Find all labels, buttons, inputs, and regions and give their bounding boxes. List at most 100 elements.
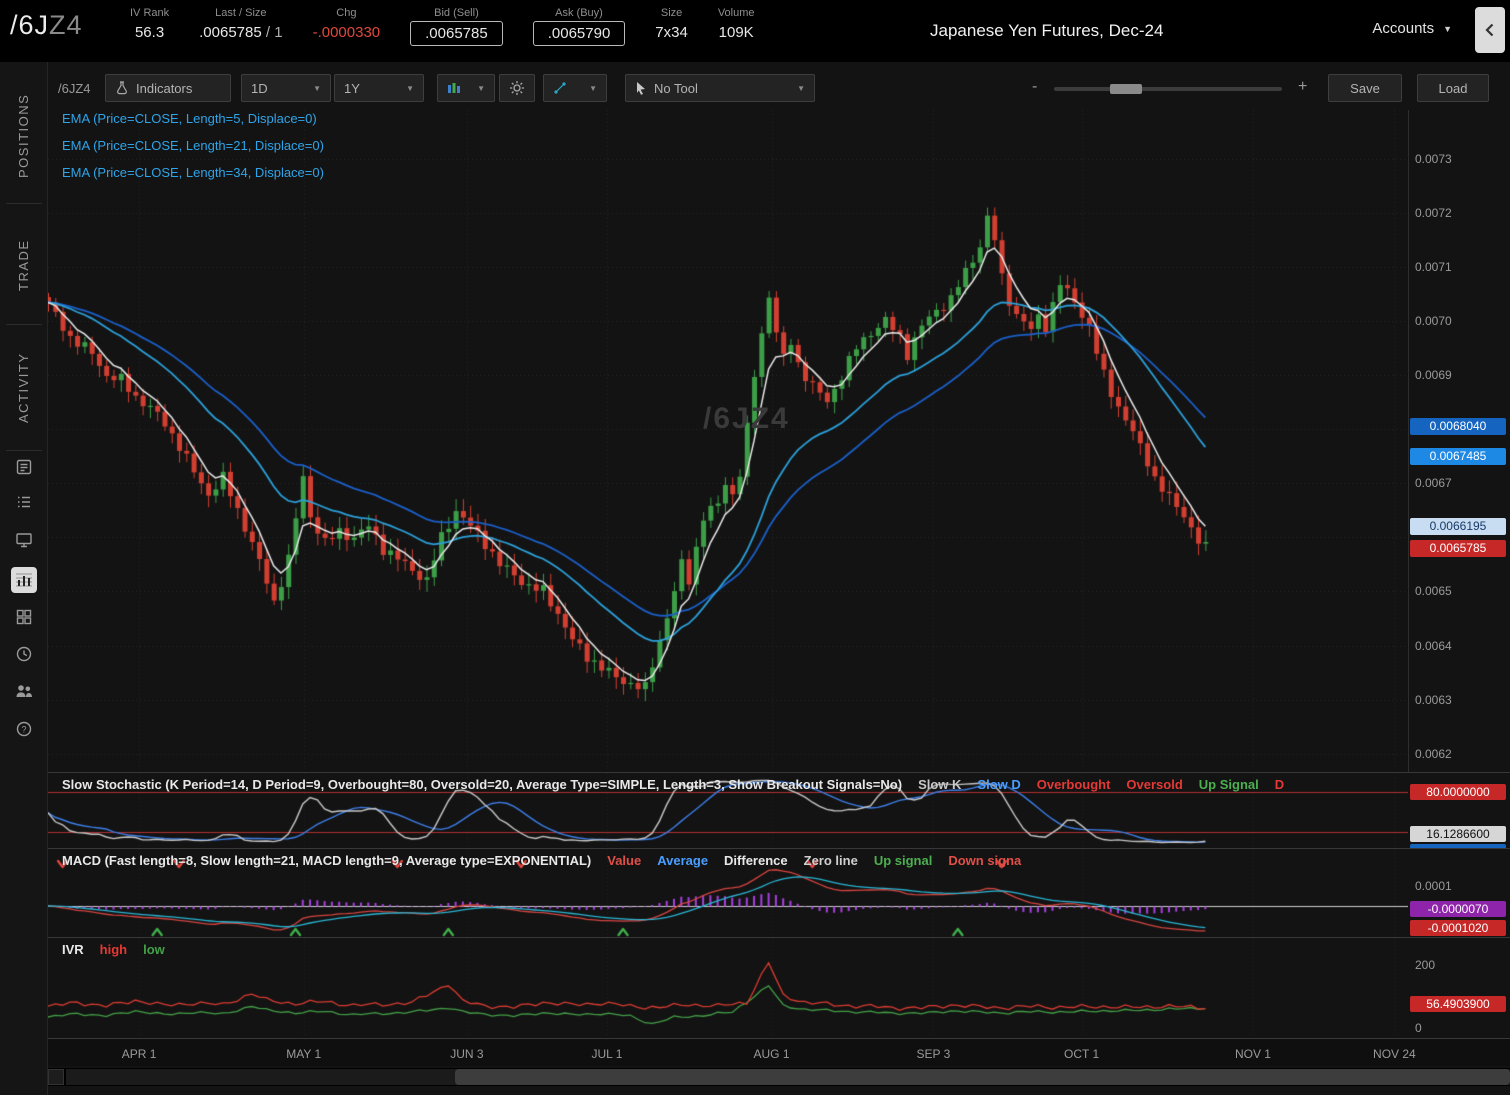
quote-header: /6JZ4 IV Rank 56.3 Last / Size .0065785 / 1… [0,0,1510,62]
sidebar-divider [6,324,42,325]
chart-type-icon [448,83,460,93]
notes-icon[interactable] [14,457,34,477]
zoom-in-button[interactable]: + [1298,78,1307,96]
stat-value: .0065785 / 1 [199,24,283,41]
quote-ask-buy-: Ask (Buy) .0065790 [532,7,626,46]
ema-study-label[interactable]: EMA (Price=CLOSE, Length=34, Displace=0) [62,165,324,192]
ivr-current-axis-box: 56.4903900 [1410,996,1506,1012]
quote-volume: Volume 109K [718,7,755,46]
macd-diff-axis-box: -0.0000070 [1410,901,1506,917]
price-tick: 0.0071 [1415,259,1452,274]
users-icon[interactable] [14,681,34,701]
watchlist-icon[interactable] [14,492,34,512]
save-label: Save [1350,80,1380,96]
save-button[interactable]: Save [1328,74,1402,102]
accounts-menu[interactable]: Accounts ▼ [1372,20,1452,37]
sidebar-tab-positions[interactable]: POSITIONS [0,74,47,198]
legend-overbought: Overbought [1036,777,1111,792]
chart-toolbar: /6JZ4 Indicators 1D ▼ 1Y ▼ ▼ ▼ No Tool ▼ [48,74,1510,104]
price-tick: 0.0062 [1415,746,1452,761]
legend-up-signal: Up signal [873,853,933,868]
stat-value[interactable]: .0065785 [410,21,503,46]
legend-average: Average [657,853,709,868]
ivr-header: IVR high low [62,942,1412,957]
study-labels: EMA (Price=CLOSE, Length=5, Displace=0) … [62,111,324,192]
ema-study-label[interactable]: EMA (Price=CLOSE, Length=5, Displace=0) [62,111,324,138]
monitor-icon[interactable] [14,530,34,550]
stat-label: Bid (Sell) [434,7,479,19]
stat-value: 7x34 [655,24,688,41]
dashboard-grid-icon[interactable] [14,607,34,627]
price-marker: 0.0065785 [1410,540,1506,557]
range-dropdown[interactable]: 1Y ▼ [334,74,424,102]
symbol-watermark: /6JZ4 [703,402,790,435]
quote-chg: Chg -.0000330 [313,7,381,46]
drawing-set-dropdown[interactable]: ▼ [543,74,607,102]
quote-last-size: Last / Size .0065785 / 1 [199,7,282,46]
ivr-study-title[interactable]: IVR [62,942,84,957]
stat-value[interactable]: .0065790 [532,21,626,46]
gear-icon [510,81,524,95]
time-axis-label: APR 1 [121,1047,157,1061]
legend-high: high [99,942,128,957]
active-tool-dropdown[interactable]: No Tool ▼ [625,74,815,102]
legend-difference: Difference [724,853,788,868]
chevron-left-icon [1485,23,1494,37]
svg-text:?: ? [21,725,26,735]
contract-title: Japanese Yen Futures, Dec-24 [930,21,1164,40]
chevron-down-icon: ▼ [477,83,485,93]
macd-header: MACD (Fast length=8, Slow length=21, MAC… [62,853,1412,868]
stoch-slowk-axis-box: 16.1286600 [1410,826,1506,842]
legend-up-signal: Up Signal [1198,777,1259,792]
load-label: Load [1438,80,1468,96]
clock-icon[interactable] [14,644,34,664]
timeframe-dropdown[interactable]: 1D ▼ [241,74,331,102]
macd-axis-top: 0.0001 [1415,879,1452,893]
symbol-root: /6J [10,10,50,40]
time-axis: APR 1 MAY 1 JUN 3 JUL 1 AUG 1 SEP 3 OCT 1 NOV 1… [48,1038,1510,1066]
chevron-down-icon: ▼ [313,83,321,93]
stochastic-study-title[interactable]: Slow Stochastic (K Period=14, D Period=9… [62,777,902,792]
range-value: 1Y [344,80,360,96]
timeframe-value: 1D [251,80,268,96]
stat-value: -.0000330 [312,24,381,41]
chart-gadget: /6JZ4 Indicators 1D ▼ 1Y ▼ ▼ ▼ No Tool ▼ [48,62,1510,1095]
stat-value: 56.3 [134,24,165,41]
scroll-left-button[interactable] [48,1069,64,1085]
scrollbar-track[interactable] [66,1069,1510,1085]
ema-study-label[interactable]: EMA (Price=CLOSE, Length=21, Displace=0) [62,138,324,165]
time-axis-label: AUG 1 [753,1047,790,1061]
price-marker: 0.0068040 [1410,418,1506,436]
stat-label: Volume [717,7,755,19]
legend-slow-k: Slow K [918,777,962,792]
sidebar-divider [6,450,42,451]
indicators-label: Indicators [136,80,193,96]
chart-settings-button[interactable] [499,74,535,102]
price-chart-canvas[interactable] [48,110,1408,770]
macd-study-title[interactable]: MACD (Fast length=8, Slow length=21, MAC… [62,853,591,868]
chevron-down-icon: ▼ [797,83,805,93]
legend-zero-line: Zero line [803,853,858,868]
sidebar-tab-activity[interactable]: ACTIVITY [0,330,47,446]
stochastic-panel: Slow Stochastic (K Period=14, D Period=9… [48,772,1510,848]
collapse-panel-button[interactable] [1475,7,1505,53]
chart-icon-active[interactable] [11,567,37,593]
load-button[interactable]: Load [1417,74,1489,102]
stoch-overbought-axis-box: 80.0000000 [1410,784,1506,800]
indicators-button[interactable]: Indicators [105,74,231,102]
zoom-slider[interactable] [1054,84,1282,94]
chart-type-dropdown[interactable]: ▼ [437,74,495,102]
chevron-down-icon: ▼ [406,83,414,93]
help-icon[interactable]: ? [14,719,34,739]
time-axis-label: JUN 3 [450,1047,484,1061]
stochastic-header: Slow Stochastic (K Period=14, D Period=9… [62,777,1412,792]
price-tick: 0.0072 [1415,205,1452,220]
symbol-month-code: Z4 [49,10,83,40]
price-tick: 0.0069 [1415,368,1452,383]
ivr-axis-bottom: 0 [1415,1021,1422,1035]
time-axis-label: NOV 24 [1373,1047,1416,1061]
sidebar-tab-trade[interactable]: TRADE [0,209,47,321]
scrollbar-handle[interactable] [455,1069,1510,1085]
zoom-slider-handle[interactable] [1110,84,1142,94]
zoom-out-button[interactable]: - [1032,78,1037,96]
